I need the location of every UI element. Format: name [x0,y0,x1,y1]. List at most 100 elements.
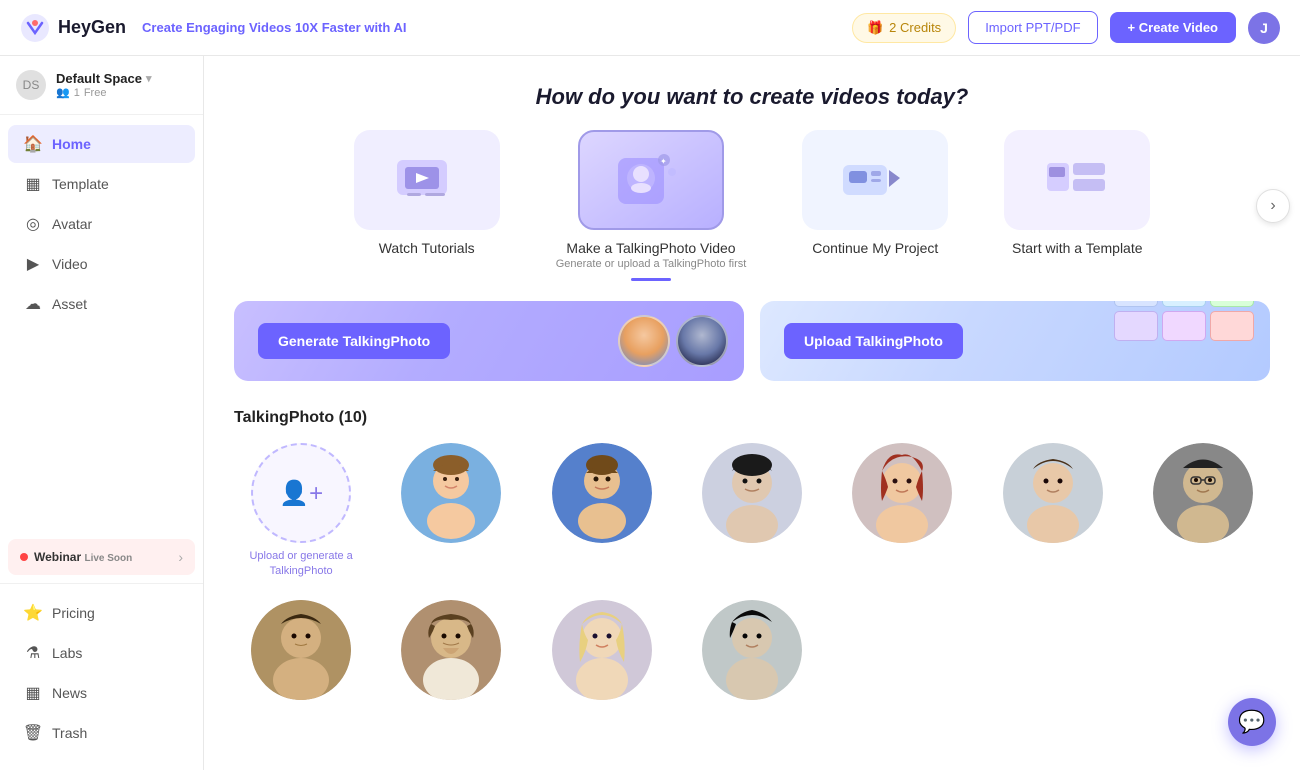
empty-cell-3 [1136,600,1270,700]
gift-icon: 🎁 [867,20,883,36]
credits-button[interactable]: 🎁 2 Credits [852,13,956,43]
card-template-label: Start with a Template [1012,240,1142,256]
sidebar-item-video-label: Video [52,256,88,272]
avatar-item-7[interactable] [234,600,368,700]
avatar-circle-8 [401,600,501,700]
workspace-info: Default Space ▾ 👥 1 Free [56,71,187,99]
upload-placeholder-label: Upload or generate a TalkingPhoto [234,549,368,580]
credits-label: 2 Credits [889,20,941,35]
avatar-circle-6 [1153,443,1253,543]
card-continue[interactable]: Continue My Project [774,130,976,281]
workspace-icon: DS [16,70,46,100]
card-talking-photo-image: ✦ [578,130,724,230]
sidebar-item-template-label: Template [52,176,109,192]
sidebar-item-news[interactable]: ▦ News [8,674,195,712]
chat-bubble-button[interactable]: 💬 [1228,698,1276,746]
card-template-image [1004,130,1150,230]
avatar-item-8[interactable] [384,600,518,700]
upload-talking-photo-button[interactable]: Upload TalkingPhoto [784,323,963,359]
sidebar-item-avatar-label: Avatar [52,216,92,232]
card-continue-label: Continue My Project [812,240,938,256]
avatar-item-1[interactable] [384,443,518,580]
avatar-grid-row2 [234,600,1270,700]
avatar-item-10[interactable] [685,600,819,700]
avatar-item-3[interactable] [685,443,819,580]
avatar-item-9[interactable] [535,600,669,700]
sidebar-item-trash-label: Trash [52,725,87,741]
workspace-selector[interactable]: DS Default Space ▾ 👥 1 Free [0,56,203,115]
webinar-banner[interactable]: Webinar Live Soon › [8,539,195,575]
sidebar-item-video[interactable]: ▶ Video [8,245,195,283]
sidebar-item-template[interactable]: ▦ Template [8,165,195,203]
chevron-right-icon: › [178,549,183,565]
asset-icon: ☁ [24,295,42,313]
sidebar-item-home[interactable]: 🏠 Home [8,125,195,163]
card-talking-photo-label: Make a TalkingPhoto Video [566,240,735,256]
generate-talking-photo-button[interactable]: Generate TalkingPhoto [258,323,450,359]
header-tagline: Create Engaging Videos 10X Faster with A… [142,20,836,35]
create-video-button[interactable]: + Create Video [1110,12,1236,43]
upload-card-bg-photos [1114,301,1254,341]
avatar-item-2[interactable] [535,443,669,580]
user-avatar[interactable]: J [1248,12,1280,44]
page-question: How do you want to create videos today? [204,56,1300,130]
avatar-item-6[interactable] [1136,443,1270,580]
bg-avatar-1 [618,315,670,367]
avatar-circle-10 [702,600,802,700]
header: HeyGen Create Engaging Videos 10X Faster… [0,0,1300,56]
section-body: Generate TalkingPhoto Upload TalkingPhot… [204,281,1300,700]
sidebar-item-home-label: Home [52,136,91,152]
main-layout: DS Default Space ▾ 👥 1 Free 🏠 Home ▦ [0,56,1300,770]
sidebar-item-avatar[interactable]: ◎ Avatar [8,205,195,243]
sidebar-item-asset-label: Asset [52,296,87,312]
avatar-circle-1 [401,443,501,543]
workspace-sub: 👥 1 Free [56,86,187,99]
webinar-text: Webinar Live Soon [34,550,172,564]
header-actions: 🎁 2 Credits Import PPT/PDF + Create Vide… [852,11,1280,44]
avatar-item-5[interactable] [985,443,1119,580]
upload-talking-photo-card[interactable]: Upload TalkingPhoto [760,301,1270,381]
svg-text:✦: ✦ [660,157,667,166]
active-indicator [631,278,671,281]
sidebar-item-labs-label: Labs [52,645,82,661]
sidebar-item-trash[interactable]: 🗑 Trash [8,714,195,752]
card-talking-photo-sublabel: Generate or upload a TalkingPhoto first [556,258,747,270]
generate-talking-photo-card[interactable]: Generate TalkingPhoto [234,301,744,381]
sidebar-item-news-label: News [52,685,87,701]
sidebar-item-pricing[interactable]: ⭐ Pricing [8,594,195,632]
avatar-circle-7 [251,600,351,700]
card-tutorials-label: Watch Tutorials [379,240,475,256]
sidebar-item-labs[interactable]: ⚗ Labs [8,634,195,672]
avatar-circle-9 [552,600,652,700]
carousel-next-button[interactable]: › [1256,189,1290,223]
logo[interactable]: HeyGen [20,13,126,43]
avatar-grid-row1: 👤+ Upload or generate a TalkingPhoto [234,443,1270,580]
import-ppt-button[interactable]: Import PPT/PDF [968,11,1097,44]
av-upload-area[interactable]: 👤+ [251,443,351,543]
nav-items: 🏠 Home ▦ Template ◎ Avatar ▶ Video ☁ Ass… [0,115,203,531]
section-title: TalkingPhoto (10) [234,409,1270,427]
trash-icon: 🗑 [24,724,42,742]
empty-cell-1 [835,600,969,700]
card-tutorials-image [354,130,500,230]
chevron-down-icon: ▾ [146,72,152,85]
cards-row: Watch Tutorials ✦ Make a TalkingPhoto Vi [204,130,1300,281]
live-indicator [20,553,28,561]
card-template[interactable]: Start with a Template [976,130,1178,281]
card-tutorials[interactable]: Watch Tutorials [326,130,528,281]
avatar-circle-3 [702,443,802,543]
avatar-circle-2 [552,443,652,543]
members-icon: 👥 [56,86,70,99]
template-icon: ▦ [24,175,42,193]
sidebar-item-asset[interactable]: ☁ Asset [8,285,195,323]
avatar-upload-placeholder[interactable]: 👤+ Upload or generate a TalkingPhoto [234,443,368,580]
home-icon: 🏠 [24,135,42,153]
sidebar-bottom: ⭐ Pricing ⚗ Labs ▦ News 🗑 Trash [0,583,203,762]
sidebar-item-pricing-label: Pricing [52,605,95,621]
avatar-item-4[interactable] [835,443,969,580]
upload-person-icon: 👤+ [279,479,323,508]
avatar-icon: ◎ [24,215,42,233]
bg-avatar-2 [676,315,728,367]
card-talking-photo[interactable]: ✦ Make a TalkingPhoto Video Generate or … [528,130,775,281]
avatar-circle-5 [1003,443,1103,543]
